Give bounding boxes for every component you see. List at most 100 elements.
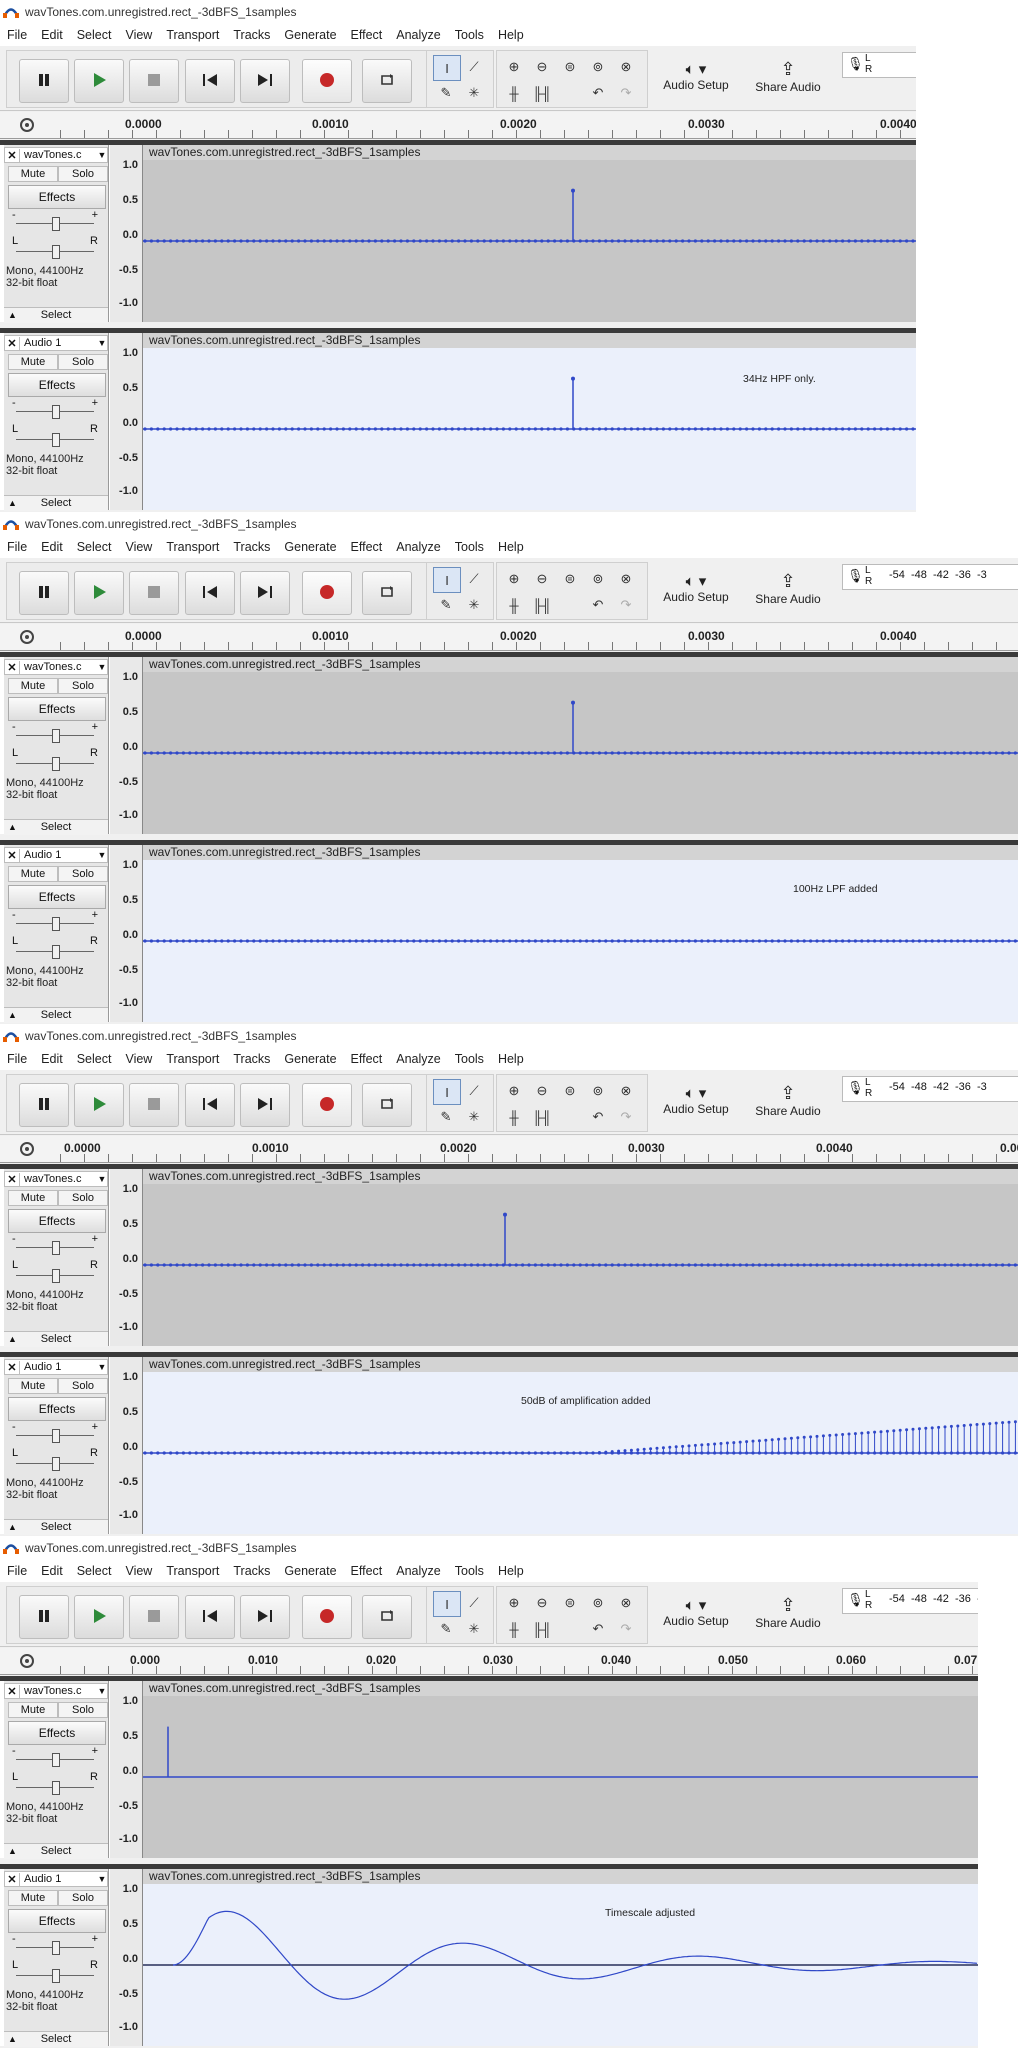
skip-to-start-button[interactable] (185, 1595, 235, 1639)
pan-slider[interactable]: LR (12, 1259, 98, 1283)
menu-edit[interactable]: Edit (41, 540, 63, 554)
collapse-arrow-icon[interactable]: ▲ (8, 496, 17, 511)
zoom-toggle-button[interactable]: ⊗ (613, 1591, 639, 1615)
undo-button[interactable]: ↶ (585, 593, 611, 617)
effects-button[interactable]: Effects (8, 1721, 106, 1745)
slider-knob[interactable] (52, 917, 60, 931)
chevron-down-icon[interactable]: ▼ (97, 1174, 107, 1184)
chevron-down-icon[interactable]: ▼ (97, 662, 107, 672)
record-button[interactable] (302, 571, 352, 615)
collapse-arrow-icon[interactable]: ▲ (8, 308, 17, 323)
zoom-toggle-button[interactable]: ⊗ (613, 1079, 639, 1103)
chevron-down-icon[interactable]: ▼ (97, 1362, 107, 1372)
waveform[interactable] (143, 672, 1018, 834)
effects-button[interactable]: Effects (8, 185, 106, 209)
clip-name[interactable]: wavTones.com.unregistred.rect_-3dBFS_1sa… (143, 1169, 1018, 1184)
menu-effect[interactable]: Effect (351, 540, 383, 554)
gear-icon[interactable] (18, 116, 36, 134)
chevron-down-icon[interactable]: ▼ (97, 850, 107, 860)
audio-setup-button[interactable]: 🔈︎ ▾ Audio Setup (656, 1588, 736, 1636)
waveform[interactable] (143, 160, 916, 322)
undo-button[interactable]: ↶ (585, 1617, 611, 1641)
loop-button[interactable] (362, 1595, 412, 1639)
selection-tool[interactable]: I (433, 1591, 461, 1617)
zoom-in-button[interactable]: ⊕ (501, 55, 527, 79)
menu-analyze[interactable]: Analyze (396, 1564, 440, 1578)
solo-button[interactable]: Solo (58, 1190, 108, 1206)
solo-button[interactable]: Solo (58, 166, 108, 182)
pause-button[interactable] (19, 571, 69, 615)
solo-button[interactable]: Solo (58, 678, 108, 694)
selection-tool[interactable]: I (433, 567, 461, 593)
draw-tool[interactable]: ✎ (433, 81, 459, 105)
menu-tracks[interactable]: Tracks (233, 1052, 270, 1066)
menu-generate[interactable]: Generate (284, 1052, 336, 1066)
close-track-icon[interactable]: ✕ (5, 1172, 20, 1186)
pause-button[interactable] (19, 1595, 69, 1639)
undo-button[interactable]: ↶ (585, 1105, 611, 1129)
menu-tools[interactable]: Tools (455, 1052, 484, 1066)
slider-knob[interactable] (52, 1457, 60, 1471)
slider-knob[interactable] (52, 433, 60, 447)
track-name-bar[interactable]: ✕ Audio 1 ▼ (4, 1871, 108, 1887)
track-name-bar[interactable]: ✕ Audio 1 ▼ (4, 847, 108, 863)
zoom-in-button[interactable]: ⊕ (501, 1591, 527, 1615)
fit-selection-button[interactable]: ⊜ (557, 1079, 583, 1103)
slider-knob[interactable] (52, 405, 60, 419)
close-track-icon[interactable]: ✕ (5, 148, 20, 162)
amplitude-ruler[interactable]: 1.0 0.5 0.0 -0.5 -1.0 (110, 1357, 143, 1534)
stop-button[interactable] (129, 1083, 179, 1127)
gain-slider[interactable]: - + (12, 909, 98, 931)
menu-tracks[interactable]: Tracks (233, 28, 270, 42)
timeline-ruler[interactable]: 0.000 0.010 0.020 0.030 0.040 0.050 0.060 0.07 (0, 1648, 978, 1675)
share-audio-button[interactable]: ⇪ Share Audio (748, 564, 828, 612)
amplitude-ruler[interactable]: 1.0 0.5 0.0 -0.5 -1.0 (110, 145, 143, 322)
recording-meter[interactable]: 🎙︎LR -54 -48 -42 -36 -3 (842, 1588, 978, 1614)
gear-icon[interactable] (18, 1652, 36, 1670)
clip-name[interactable]: wavTones.com.unregistred.rect_-3dBFS_1sa… (143, 1681, 978, 1696)
silence-audio-button[interactable]: ╟╢ (529, 1105, 555, 1129)
draw-tool[interactable]: ✎ (433, 1617, 459, 1641)
close-track-icon[interactable]: ✕ (5, 1684, 20, 1698)
close-track-icon[interactable]: ✕ (5, 1360, 20, 1374)
clip-name[interactable]: wavTones.com.unregistred.rect_-3dBFS_1sa… (143, 845, 1018, 860)
track-name[interactable]: Audio 1 (20, 337, 97, 349)
share-audio-button[interactable]: ⇪ Share Audio (748, 1588, 828, 1636)
gain-slider[interactable]: - + (12, 1421, 98, 1443)
multi-tool[interactable]: ✳ (461, 1617, 487, 1641)
menu-generate[interactable]: Generate (284, 28, 336, 42)
solo-button[interactable]: Solo (58, 1702, 108, 1718)
skip-to-end-button[interactable] (240, 1083, 290, 1127)
collapse-arrow-icon[interactable]: ▲ (8, 1332, 17, 1347)
draw-tool[interactable]: ✎ (433, 593, 459, 617)
zoom-out-button[interactable]: ⊖ (529, 1079, 555, 1103)
track-name[interactable]: wavTones.c (20, 1685, 97, 1697)
select-track-button[interactable]: ▲ Select (4, 1843, 108, 1859)
record-button[interactable] (302, 1595, 352, 1639)
menu-file[interactable]: File (7, 1564, 27, 1578)
mute-button[interactable]: Mute (8, 166, 58, 182)
waveform[interactable] (143, 860, 1018, 1022)
fit-selection-button[interactable]: ⊜ (557, 1591, 583, 1615)
pan-slider[interactable]: LR (12, 423, 98, 447)
track-name-bar[interactable]: ✕ Audio 1 ▼ (4, 1359, 108, 1375)
track-name[interactable]: wavTones.c (20, 1173, 97, 1185)
share-audio-button[interactable]: ⇪ Share Audio (748, 1076, 828, 1124)
close-track-icon[interactable]: ✕ (5, 848, 20, 862)
clip-name[interactable]: wavTones.com.unregistred.rect_-3dBFS_1sa… (143, 145, 916, 160)
zoom-out-button[interactable]: ⊖ (529, 55, 555, 79)
select-track-button[interactable]: ▲ Select (4, 819, 108, 835)
trim-audio-button[interactable]: ╫ (501, 81, 527, 105)
waveform[interactable] (143, 1184, 1018, 1346)
menu-generate[interactable]: Generate (284, 540, 336, 554)
menu-transport[interactable]: Transport (166, 1052, 219, 1066)
gain-slider[interactable]: - + (12, 209, 98, 231)
menu-file[interactable]: File (7, 1052, 27, 1066)
label-track-note[interactable]: 100Hz LPF added (793, 883, 878, 895)
effects-button[interactable]: Effects (8, 373, 106, 397)
clip-name[interactable]: wavTones.com.unregistred.rect_-3dBFS_1sa… (143, 1357, 1018, 1372)
pause-button[interactable] (19, 59, 69, 103)
track-name[interactable]: Audio 1 (20, 1361, 97, 1373)
menu-edit[interactable]: Edit (41, 1052, 63, 1066)
play-button[interactable] (74, 1595, 124, 1639)
